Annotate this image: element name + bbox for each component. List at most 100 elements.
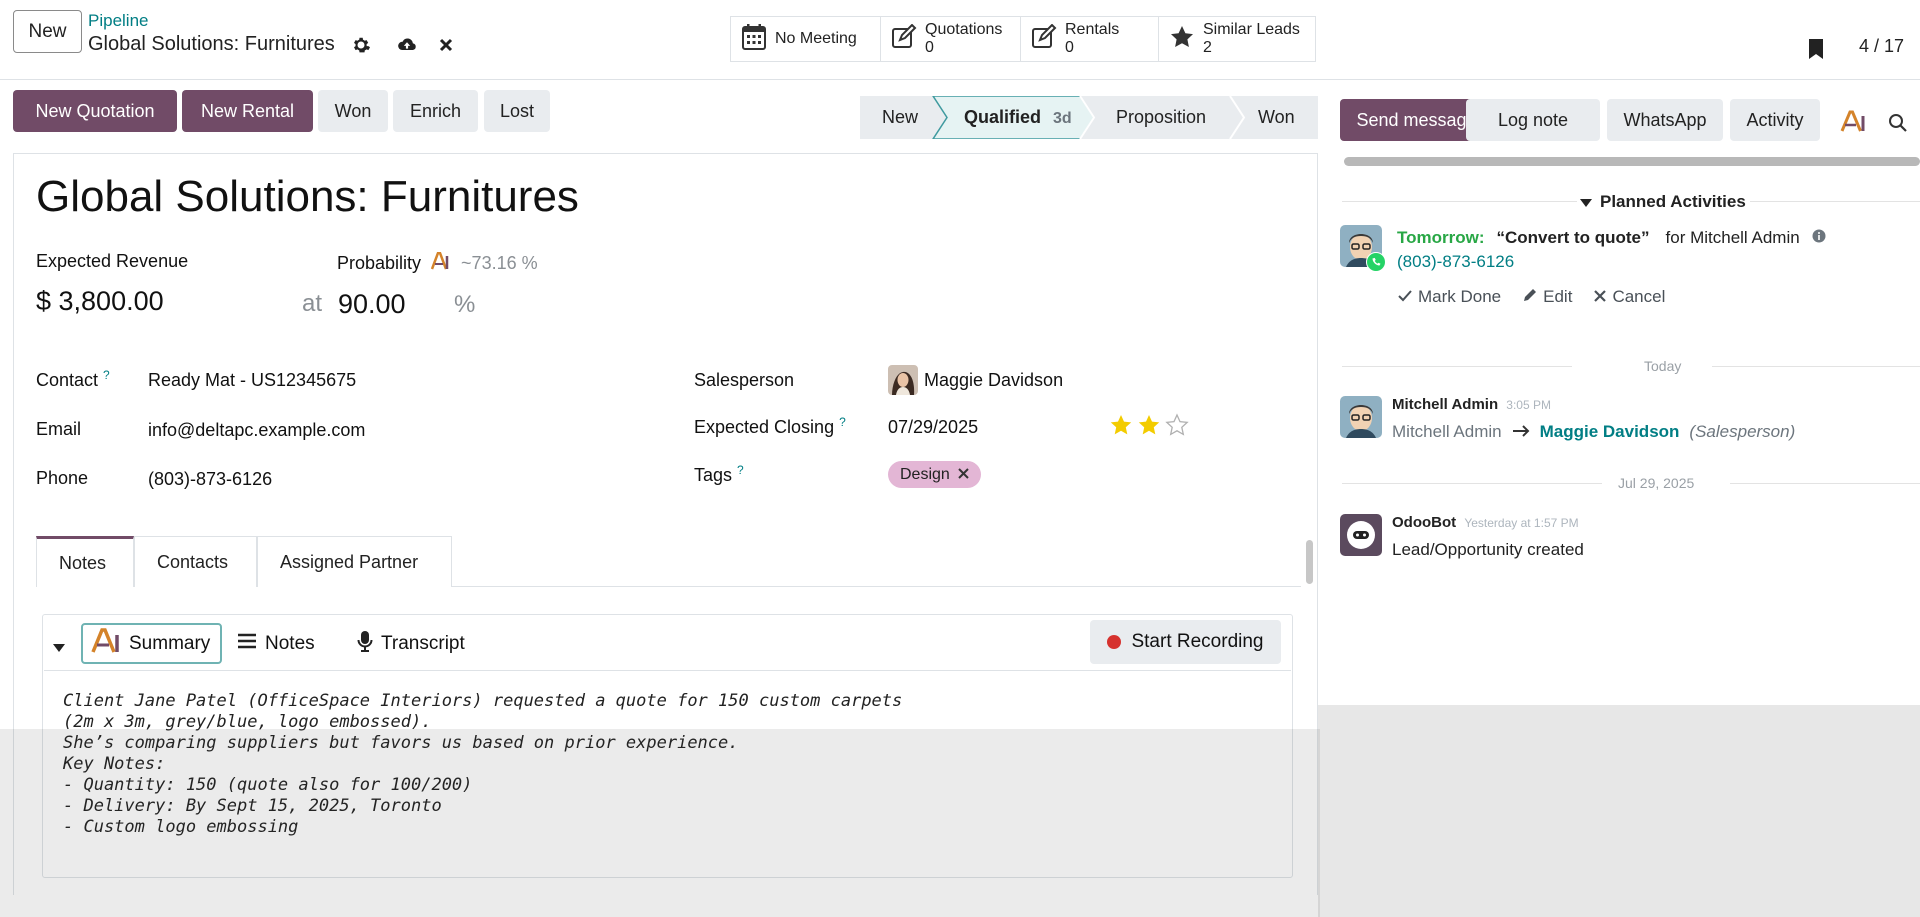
rentals-smart-button[interactable]: Rentals 0: [1020, 16, 1159, 62]
tags-label: Tags?: [694, 463, 744, 485]
cancel-link[interactable]: Cancel: [1594, 287, 1665, 307]
tag-design[interactable]: Design: [888, 461, 981, 488]
similar-leads-label: Similar Leads: [1203, 21, 1300, 39]
day-label-date: Jul 29, 2025: [1618, 475, 1695, 491]
cloud-upload-icon[interactable]: [397, 35, 417, 55]
summary-tab[interactable]: Summary: [81, 623, 222, 664]
stage-won[interactable]: Won: [1258, 107, 1295, 128]
check-icon: [1398, 287, 1412, 307]
message-author[interactable]: OdooBot: [1392, 514, 1456, 531]
top-bar: New Pipeline Global Solutions: Furniture…: [0, 0, 1920, 80]
phone-label: Phone: [36, 468, 89, 488]
info-icon[interactable]: [1812, 228, 1826, 248]
meeting-smart-button[interactable]: No Meeting: [730, 16, 881, 62]
log-note-button[interactable]: Log note: [1466, 99, 1600, 141]
mark-done-link[interactable]: Mark Done: [1398, 287, 1501, 307]
tag-remove-icon[interactable]: [958, 466, 969, 484]
ai-icon[interactable]: [430, 251, 451, 275]
ai-icon: [91, 627, 121, 660]
priority-stars[interactable]: [1109, 413, 1189, 437]
contact-value[interactable]: Ready Mat - US12345675: [148, 370, 356, 391]
stage-new[interactable]: New: [882, 107, 918, 128]
notebook-tabs: Notes Contacts Assigned Partner: [36, 536, 452, 587]
planned-activities-label: Planned Activities: [1600, 192, 1746, 211]
day-divider: [1342, 366, 1572, 367]
help-icon[interactable]: ?: [103, 368, 110, 382]
start-recording-button[interactable]: Start Recording: [1090, 620, 1281, 664]
stage-proposition[interactable]: Proposition: [1116, 107, 1206, 128]
search-icon[interactable]: [1888, 113, 1908, 138]
note-line: She’s comparing suppliers but favors us …: [63, 733, 739, 753]
activity-phone[interactable]: (803)-873-6126: [1397, 252, 1514, 272]
bookmark-icon[interactable]: [1808, 38, 1824, 60]
discard-x-icon[interactable]: [437, 35, 457, 55]
new-rental-button[interactable]: New Rental: [182, 90, 313, 132]
planned-activities-toggle[interactable]: Planned Activities: [1580, 192, 1746, 212]
tab-notes[interactable]: Notes: [36, 536, 134, 587]
edit-document-icon: [891, 23, 917, 55]
record-dot-icon: [1107, 635, 1122, 649]
similar-leads-smart-button[interactable]: Similar Leads 2: [1158, 16, 1316, 62]
day-divider: [1712, 366, 1920, 367]
star-icon: [1169, 24, 1195, 55]
edit-link[interactable]: Edit: [1523, 287, 1572, 307]
activity-actions: Mark Done Edit Cancel: [1398, 287, 1665, 307]
activity-header: Tomorrow: “Convert to quote” for Mitchel…: [1397, 228, 1826, 248]
avatar-odoobot: [1340, 514, 1382, 556]
star-filled-icon[interactable]: [1137, 413, 1161, 437]
help-icon[interactable]: ?: [737, 463, 744, 477]
at-label: at: [302, 290, 323, 317]
day-label-today: Today: [1644, 358, 1682, 374]
quotations-count: 0: [925, 39, 934, 56]
record-pager[interactable]: 4 / 17: [1859, 36, 1904, 57]
quotations-smart-button[interactable]: Quotations 0: [880, 16, 1021, 62]
probability-value[interactable]: 90.00: [338, 289, 406, 320]
won-button[interactable]: Won: [318, 90, 388, 132]
new-quotation-button[interactable]: New Quotation: [13, 90, 177, 132]
tracking-new[interactable]: Maggie Davidson: [1540, 422, 1680, 442]
stage-qualified[interactable]: Qualified 3d: [964, 107, 1072, 128]
arrow-right-icon: [1512, 422, 1530, 442]
notes-tab[interactable]: Notes: [237, 623, 315, 664]
notes-summary-text[interactable]: Client Jane Patel (OfficeSpace Interiors…: [44, 670, 1291, 876]
expected-revenue-value[interactable]: $ 3,800.00: [36, 286, 164, 317]
opportunity-title[interactable]: Global Solutions: Furnitures: [36, 172, 579, 222]
chatter-divider: [1342, 201, 1577, 202]
salesperson-field[interactable]: Maggie Davidson: [888, 365, 1063, 395]
expected-closing-value[interactable]: 07/29/2025: [888, 417, 978, 438]
star-empty-icon[interactable]: [1165, 413, 1189, 437]
lost-button[interactable]: Lost: [484, 90, 550, 132]
edit-document-icon: [1031, 23, 1057, 55]
help-icon[interactable]: ?: [839, 415, 846, 429]
new-button[interactable]: New: [13, 10, 82, 53]
chatter-panel: [1320, 80, 1920, 705]
transcript-tab[interactable]: Transcript: [357, 623, 465, 664]
gear-icon[interactable]: [351, 35, 371, 55]
whatsapp-button[interactable]: WhatsApp: [1607, 99, 1723, 141]
message-author[interactable]: Mitchell Admin: [1392, 396, 1498, 413]
activity-button[interactable]: Activity: [1730, 99, 1820, 141]
chatter-scrollbar[interactable]: [1344, 157, 1920, 166]
form-scrollbar[interactable]: [1306, 540, 1313, 584]
tab-contacts[interactable]: Contacts: [134, 536, 257, 587]
star-filled-icon[interactable]: [1109, 413, 1133, 437]
meeting-label: No Meeting: [775, 30, 857, 48]
enrich-button[interactable]: Enrich: [393, 90, 478, 132]
screen-overlay: [1318, 705, 1920, 917]
rentals-label: Rentals: [1065, 21, 1120, 39]
salesperson-name: Maggie Davidson: [924, 369, 1064, 390]
calendar-icon: [741, 23, 767, 56]
salesperson-label: Salesperson: [694, 370, 795, 390]
collapse-caret-icon[interactable]: [52, 637, 66, 658]
microphone-icon: [357, 630, 373, 658]
note-line: - Custom logo embossing: [63, 817, 299, 837]
ai-icon[interactable]: [1840, 110, 1866, 137]
tab-assigned-partner[interactable]: Assigned Partner: [257, 536, 452, 587]
email-value[interactable]: info@deltapc.example.com: [148, 420, 365, 441]
message-body: Lead/Opportunity created: [1392, 540, 1584, 559]
pencil-icon: [1523, 287, 1537, 307]
tracking-field: (Salesperson): [1689, 422, 1796, 441]
phone-value[interactable]: (803)-873-6126: [148, 469, 272, 490]
breadcrumb-pipeline[interactable]: Pipeline: [88, 11, 149, 31]
activity-summary: “Convert to quote”: [1496, 228, 1650, 247]
